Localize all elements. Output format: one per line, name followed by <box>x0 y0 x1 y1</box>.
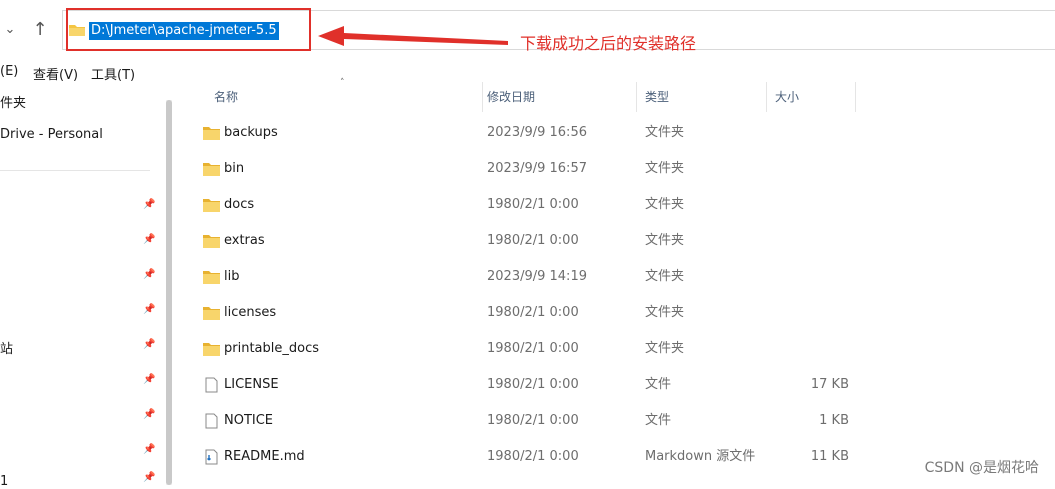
navigation-pane: 件夹 Drive - Personal 📌 📌 📌 📌 📌 站 📌 📌 📌 📌 … <box>0 82 165 489</box>
nav-item-folder[interactable]: 件夹 <box>0 92 26 111</box>
file-icon <box>205 377 218 393</box>
nav-item-onedrive[interactable]: Drive - Personal <box>0 127 103 142</box>
file-size: 17 KB <box>810 377 849 392</box>
pin-icon[interactable]: 📌 <box>143 304 155 316</box>
file-row[interactable]: bin 2023/9/9 16:57 文件夹 <box>196 151 856 187</box>
file-date: 1980/2/1 0:00 <box>487 197 579 212</box>
file-name[interactable]: docs <box>224 187 254 223</box>
file-size <box>776 187 849 223</box>
pin-icon[interactable]: 📌 <box>143 444 155 456</box>
file-type: 文件夹 <box>645 233 685 248</box>
file-row[interactable]: lib 2023/9/9 14:19 文件夹 <box>196 259 856 295</box>
file-row[interactable]: licenses 1980/2/1 0:00 文件夹 <box>196 295 856 331</box>
folder-icon <box>203 307 220 320</box>
file-name[interactable]: licenses <box>224 295 276 331</box>
file-date: 1980/2/1 0:00 <box>487 377 579 392</box>
folder-icon <box>203 199 220 212</box>
file-date: 2023/9/9 16:57 <box>487 161 587 176</box>
file-row[interactable]: docs 1980/2/1 0:00 文件夹 <box>196 187 856 223</box>
file-type: 文件夹 <box>645 125 685 140</box>
file-type: 文件夹 <box>645 269 685 284</box>
file-type: Markdown 源文件 <box>645 449 756 464</box>
menu-item-view[interactable]: 查看(V) <box>33 64 78 83</box>
file-row[interactable]: README.md 1980/2/1 0:00 Markdown 源文件 11 KB <box>196 439 856 475</box>
file-date: 2023/9/9 16:56 <box>487 125 587 140</box>
file-date: 1980/2/1 0:00 <box>487 341 579 356</box>
column-header-date[interactable]: 修改日期 <box>479 82 637 112</box>
nav-item-site[interactable]: 站 <box>0 338 13 357</box>
divider <box>0 170 150 171</box>
column-header-size[interactable]: 大小 <box>767 82 856 112</box>
file-row[interactable]: backups 2023/9/9 16:56 文件夹 <box>196 115 856 151</box>
arrow-icon <box>318 26 508 46</box>
file-type: 文件夹 <box>645 161 685 176</box>
file-date: 2023/9/9 14:19 <box>487 269 587 284</box>
column-header-name[interactable]: 名称 <box>206 82 483 112</box>
file-size <box>776 115 849 151</box>
file-row[interactable]: extras 1980/2/1 0:00 文件夹 <box>196 223 856 259</box>
annotation-text: 下载成功之后的安装路径 <box>520 34 697 53</box>
chevron-down-icon[interactable]: ⌄ <box>0 20 20 40</box>
file-name[interactable]: printable_docs <box>224 331 319 367</box>
folder-icon <box>203 163 220 176</box>
markdown-file-icon <box>205 449 218 465</box>
file-type: 文件 <box>645 413 672 428</box>
address-row: ⌄ ↑ D:\Jmeter\apache-jmeter-5.5 下载成功之后的安… <box>0 0 1055 62</box>
file-type: 文件 <box>645 377 672 392</box>
menu-bar: (E) 查看(V) 工具(T) <box>0 62 1055 83</box>
file-type: 文件夹 <box>645 341 685 356</box>
menu-item-tools[interactable]: 工具(T) <box>91 64 135 83</box>
file-date: 1980/2/1 0:00 <box>487 413 579 428</box>
file-size: 11 KB <box>810 449 849 464</box>
file-type: 文件夹 <box>645 197 685 212</box>
file-name[interactable]: README.md <box>224 439 305 475</box>
pin-icon[interactable]: 📌 <box>143 374 155 386</box>
file-size <box>776 295 849 331</box>
file-size <box>776 151 849 187</box>
pin-icon[interactable]: 📌 <box>143 234 155 246</box>
nav-scrollbar-thumb[interactable] <box>166 100 172 485</box>
folder-icon <box>203 343 220 356</box>
file-name[interactable]: backups <box>224 115 278 151</box>
file-date: 1980/2/1 0:00 <box>487 449 579 464</box>
up-arrow-icon[interactable]: ↑ <box>30 20 50 40</box>
pin-icon[interactable]: 📌 <box>143 269 155 281</box>
file-date: 1980/2/1 0:00 <box>487 233 579 248</box>
pin-icon[interactable]: 📌 <box>143 339 155 351</box>
file-name[interactable]: LICENSE <box>224 367 279 403</box>
file-date: 1980/2/1 0:00 <box>487 305 579 320</box>
file-row[interactable]: NOTICE 1980/2/1 0:00 文件 1 KB <box>196 403 856 439</box>
folder-icon <box>203 235 220 248</box>
folder-icon <box>203 127 220 140</box>
file-row[interactable]: LICENSE 1980/2/1 0:00 文件 17 KB <box>196 367 856 403</box>
file-name[interactable]: bin <box>224 151 244 187</box>
file-size <box>776 223 849 259</box>
file-name[interactable]: extras <box>224 223 265 259</box>
file-name[interactable]: lib <box>224 259 239 295</box>
nav-item-1[interactable]: 1 <box>0 474 8 489</box>
column-header-type[interactable]: 类型 <box>637 82 767 112</box>
file-name[interactable]: NOTICE <box>224 403 273 439</box>
folder-icon <box>203 271 220 284</box>
file-row[interactable]: printable_docs 1980/2/1 0:00 文件夹 <box>196 331 856 367</box>
file-type: 文件夹 <box>645 305 685 320</box>
file-size <box>776 331 849 367</box>
pin-icon[interactable]: 📌 <box>143 199 155 211</box>
pin-icon[interactable]: 📌 <box>143 409 155 421</box>
column-headers: 名称 修改日期 类型 大小 <box>196 82 856 112</box>
watermark: CSDN @是烟花哈 <box>924 460 1039 476</box>
file-size <box>776 259 849 295</box>
file-size: 1 KB <box>819 413 849 428</box>
pin-icon[interactable]: 📌 <box>143 472 155 484</box>
file-icon <box>205 413 218 429</box>
highlight-box <box>66 8 311 51</box>
menu-item-edit[interactable]: (E) <box>0 64 18 79</box>
